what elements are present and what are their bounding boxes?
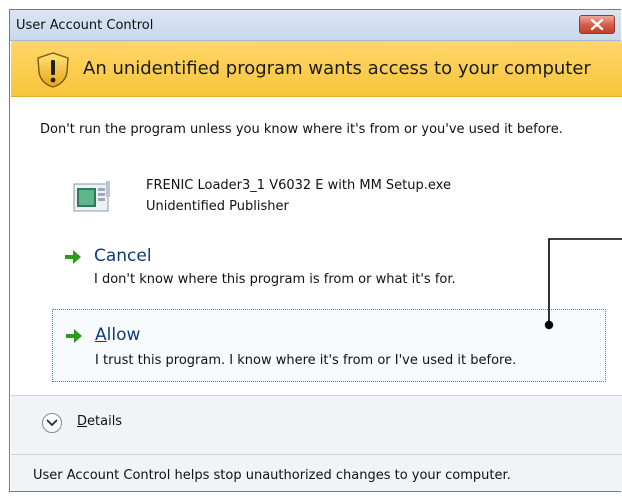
page: User Account Control An unidentified pro… [0, 0, 622, 501]
close-button[interactable] [579, 15, 615, 34]
green-arrow-icon [65, 250, 81, 264]
warning-text: Don't run the program unless you know wh… [40, 122, 563, 137]
allow-title-rest: llow [106, 325, 141, 345]
shield-warning-icon [37, 52, 69, 88]
allow-option-title: Allow [95, 325, 140, 345]
footer-text: User Account Control helps stop unauthor… [33, 468, 511, 483]
allow-access-key: A [95, 325, 107, 345]
installer-icon [73, 181, 110, 212]
window-title: User Account Control [16, 18, 154, 33]
details-label[interactable]: Details [77, 414, 122, 429]
program-name: FRENIC Loader3_1 V6032 E with MM Setup.e… [146, 178, 451, 193]
program-publisher: Unidentified Publisher [146, 199, 289, 214]
allow-option[interactable]: Allow I trust this program. I know where… [52, 309, 606, 382]
details-bar: Details [11, 396, 622, 454]
cancel-option-description: I don't know where this program is from … [94, 272, 456, 287]
title-bar[interactable]: User Account Control [10, 10, 621, 41]
warning-banner: An unidentified program wants access to … [11, 41, 622, 97]
close-icon [590, 19, 604, 30]
cancel-option[interactable]: Cancel I don't know where this program i… [52, 240, 606, 296]
expand-details-button[interactable] [41, 412, 63, 434]
footer: User Account Control helps stop unauthor… [11, 455, 622, 491]
green-arrow-icon [66, 329, 82, 343]
uac-dialog: User Account Control An unidentified pro… [9, 9, 622, 492]
cancel-option-title: Cancel [94, 246, 152, 266]
allow-option-description: I trust this program. I know where it's … [95, 353, 517, 368]
banner-message: An unidentified program wants access to … [83, 58, 591, 79]
details-access-key: D [77, 414, 88, 429]
details-label-rest: etails [87, 414, 123, 429]
